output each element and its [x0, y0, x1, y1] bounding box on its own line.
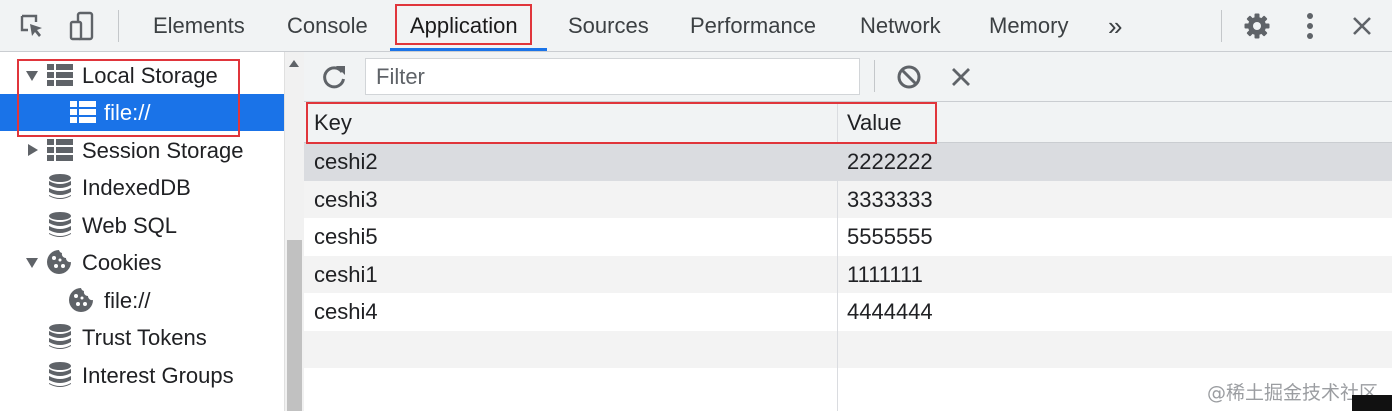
sidebar-item-interest-groups[interactable]: Interest Groups: [0, 357, 284, 394]
sidebar-item-label: Web SQL: [82, 212, 177, 238]
gear-icon[interactable]: [1241, 10, 1273, 42]
database-icon: [47, 362, 73, 388]
cell-value: 4444444: [847, 299, 933, 324]
column-divider[interactable]: [837, 102, 838, 411]
toolbar-divider: [118, 10, 119, 42]
tab-elements[interactable]: Elements: [153, 0, 245, 52]
inspect-element-icon[interactable]: [16, 10, 48, 42]
delete-selected-icon[interactable]: [945, 61, 977, 93]
cell-key: ceshi3: [314, 186, 378, 212]
table-row[interactable]: ceshi1 1111111: [304, 255, 1392, 293]
sidebar-item-label: Local Storage: [82, 62, 218, 88]
column-header-key[interactable]: Key: [314, 102, 352, 143]
sidebar-item-label: file://: [104, 99, 151, 125]
close-icon[interactable]: [1346, 10, 1378, 42]
sidebar-item-cookies-file[interactable]: file://: [0, 282, 284, 319]
cell-key: ceshi4: [314, 299, 378, 324]
application-sidebar: Local Storage file:// Session Storage In…: [0, 52, 284, 411]
scroll-up-arrow-icon[interactable]: [289, 60, 299, 67]
tab-performance[interactable]: Performance: [690, 0, 816, 52]
cookie-icon: [68, 287, 94, 313]
toolbar-divider: [874, 60, 875, 92]
storage-view: Key Value ceshi2 2222222 ceshi3 3333333 …: [304, 52, 1392, 411]
sidebar-item-indexeddb[interactable]: IndexedDB: [0, 169, 284, 206]
tab-sources[interactable]: Sources: [568, 0, 649, 52]
database-icon: [47, 174, 73, 200]
sidebar-item-label: Cookies: [82, 249, 162, 275]
toolbar-divider: [1221, 10, 1222, 42]
corner-decoration: [1352, 395, 1392, 411]
cell-key: ceshi5: [314, 224, 378, 249]
cookie-icon: [46, 249, 72, 275]
table-grid-icon: [47, 137, 73, 163]
table-row[interactable]: ceshi3 3333333: [304, 180, 1392, 218]
filter-input[interactable]: [365, 58, 860, 95]
sidebar-scrollbar[interactable]: [284, 52, 304, 411]
sidebar-item-session-storage[interactable]: Session Storage: [0, 132, 284, 169]
sidebar-item-label: file://: [104, 287, 151, 313]
table-row[interactable]: ceshi5 5555555: [304, 218, 1392, 256]
active-tab-indicator: [390, 48, 547, 51]
sidebar-item-cookies[interactable]: Cookies: [0, 244, 284, 281]
scrollbar-thumb[interactable]: [287, 240, 302, 411]
tab-network[interactable]: Network: [860, 0, 941, 52]
cell-key: ceshi2: [314, 149, 378, 174]
more-tabs-button[interactable]: »: [1108, 0, 1122, 52]
sidebar-item-label: Trust Tokens: [82, 324, 207, 350]
table-row[interactable]: ceshi4 4444444: [304, 293, 1392, 331]
tab-console[interactable]: Console: [287, 0, 368, 52]
table-row[interactable]: ceshi2 2222222: [304, 143, 1392, 181]
tab-application[interactable]: Application: [410, 0, 518, 52]
sidebar-item-trust-tokens[interactable]: Trust Tokens: [0, 319, 284, 356]
database-icon: [47, 212, 73, 238]
storage-toolbar: [304, 52, 1392, 102]
sidebar-item-web-sql[interactable]: Web SQL: [0, 207, 284, 244]
cell-value: 1111111: [847, 261, 923, 287]
table-header: Key Value: [304, 102, 1392, 143]
more-options-icon[interactable]: [1294, 10, 1326, 42]
sidebar-item-local-storage-file[interactable]: file://: [0, 94, 284, 131]
database-icon: [47, 324, 73, 350]
sidebar-item-label: Interest Groups: [82, 362, 234, 388]
device-toolbar-icon[interactable]: [66, 10, 98, 42]
tab-memory[interactable]: Memory: [989, 0, 1068, 52]
table-grid-icon: [47, 62, 73, 88]
expand-arrow-icon[interactable]: [26, 258, 38, 268]
cell-key: ceshi1: [314, 261, 378, 287]
sidebar-item-label: IndexedDB: [82, 174, 191, 200]
sidebar-item-local-storage[interactable]: Local Storage: [0, 57, 284, 94]
clear-all-icon[interactable]: [893, 61, 925, 93]
cell-value: 3333333: [847, 186, 933, 212]
storage-table: Key Value ceshi2 2222222 ceshi3 3333333 …: [304, 102, 1392, 411]
expand-arrow-icon[interactable]: [26, 71, 38, 81]
cell-value: 5555555: [847, 224, 933, 249]
cell-value: 2222222: [847, 149, 933, 174]
collapse-arrow-icon[interactable]: [28, 144, 38, 156]
empty-table-row: [304, 330, 1392, 368]
column-header-value[interactable]: Value: [847, 102, 902, 143]
sidebar-item-label: Session Storage: [82, 137, 244, 163]
devtools-toolbar: Elements Console Application Sources Per…: [0, 0, 1392, 52]
refresh-icon[interactable]: [318, 61, 350, 93]
table-grid-icon: [70, 99, 96, 125]
